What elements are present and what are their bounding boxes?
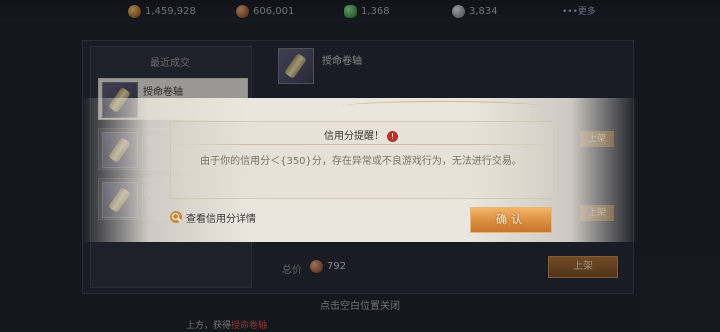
dialog-title-text: 信用分提醒！ <box>324 131 384 142</box>
dialog-message: 由于你的信用分＜{350}分，存在异常或不良游戏行为，无法进行交易。 <box>200 156 522 167</box>
credit-detail-link[interactable]: 查看信用分详情 <box>170 209 256 225</box>
warning-icon: ! <box>387 130 398 142</box>
dialog-title: 信用分提醒！! <box>170 127 552 142</box>
magnifier-icon <box>170 211 182 223</box>
dialog-ornament <box>342 101 542 112</box>
credit-detail-label: 查看信用分详情 <box>186 213 256 225</box>
confirm-button[interactable]: 确认 <box>470 207 552 233</box>
